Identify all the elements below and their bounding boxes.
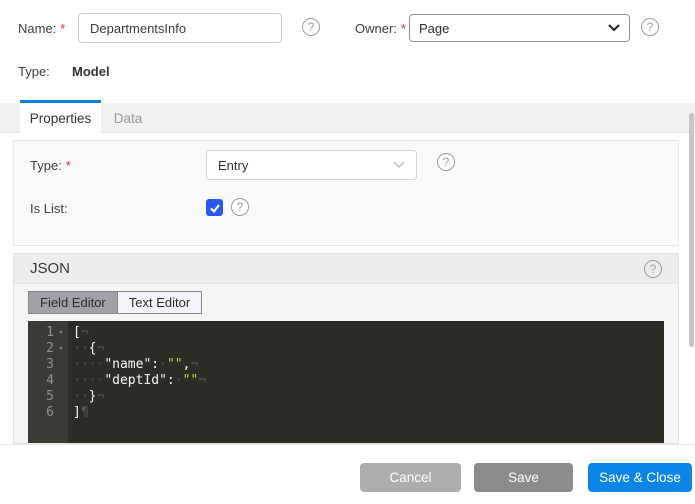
gutter-line: 2▾ [28,341,68,357]
owner-select[interactable]: Page [409,14,630,42]
prop-type-label-text: Type: [30,158,62,173]
gutter-line: 6 [28,405,68,421]
properties-panel: Type: * Entry ? Is List: ? [13,140,679,246]
chevron-down-icon [608,24,620,32]
help-icon[interactable]: ? [302,18,320,36]
type-value: Model [72,64,110,79]
json-code-editor[interactable]: 1▾2▾3456 [¬··{¬····"name":·"",¬····"dept… [28,321,664,443]
code-line[interactable]: ····"name":·"",¬ [73,357,664,373]
prop-type-selected-value: Entry [218,158,248,173]
model-dialog: Name: * ? Owner: * Page ? Type: Model Prop… [0,0,695,504]
text-editor-button[interactable]: Text Editor [118,292,201,313]
save-button[interactable]: Save [474,463,573,492]
vertical-scrollbar-thumb[interactable] [689,113,694,347]
save-and-close-button[interactable]: Save & Close [588,463,692,492]
is-list-checkbox[interactable] [206,199,223,216]
name-required-asterisk: * [60,21,65,36]
type-label: Type: [18,64,50,79]
fold-spacer [54,405,68,421]
code-line[interactable]: [¬ [73,325,664,341]
json-panel-title: JSON [30,260,70,277]
gutter-line: 1▾ [28,325,68,341]
fold-spacer [54,389,68,405]
footer-divider [0,444,695,445]
editor-gutter: 1▾2▾3456 [28,321,68,443]
name-label-text: Name: [18,21,56,36]
gutter-line: 3 [28,357,68,373]
owner-required-asterisk: * [401,21,406,36]
code-line[interactable]: ··{¬ [73,341,664,357]
help-icon[interactable]: ? [437,153,455,171]
name-label: Name: * [18,21,65,36]
owner-selected-value: Page [419,21,449,36]
fold-toggle-icon[interactable]: ▾ [54,325,68,341]
question-glyph: ? [308,21,315,33]
help-icon[interactable]: ? [644,260,662,278]
gutter-line: 5 [28,389,68,405]
field-editor-button[interactable]: Field Editor [29,292,118,313]
question-glyph: ? [443,156,450,168]
prop-type-select[interactable]: Entry [206,150,417,180]
gutter-line: 4 [28,373,68,389]
question-glyph: ? [650,263,657,275]
chevron-down-icon [393,161,405,169]
checkmark-icon [209,202,221,214]
question-glyph: ? [237,201,244,213]
owner-label: Owner: * [355,21,406,36]
json-panel-header: JSON ? [14,254,678,284]
owner-label-text: Owner: [355,21,397,36]
prop-type-required-asterisk: * [66,158,71,173]
fold-spacer [54,357,68,373]
code-line[interactable]: ]¶ [73,405,664,421]
prop-type-label: Type: * [30,158,71,173]
fold-spacer [54,373,68,389]
is-list-label: Is List: [30,201,68,216]
tab-bar: Properties Data [0,103,695,133]
help-icon[interactable]: ? [231,198,249,216]
cancel-button[interactable]: Cancel [360,463,461,492]
json-panel: JSON ? Field Editor Text Editor 1▾2▾3456… [13,253,679,444]
editor-mode-toggle: Field Editor Text Editor [28,291,202,314]
tab-properties[interactable]: Properties [20,100,101,133]
fold-toggle-icon[interactable]: ▾ [54,341,68,357]
help-icon[interactable]: ? [641,18,659,36]
name-input[interactable] [78,13,282,43]
tab-data[interactable]: Data [101,103,155,133]
editor-code[interactable]: [¬··{¬····"name":·"",¬····"deptId":·""¬·… [68,321,664,443]
code-line[interactable]: ··}¬ [73,389,664,405]
question-glyph: ? [647,21,654,33]
code-line[interactable]: ····"deptId":·""¬ [73,373,664,389]
